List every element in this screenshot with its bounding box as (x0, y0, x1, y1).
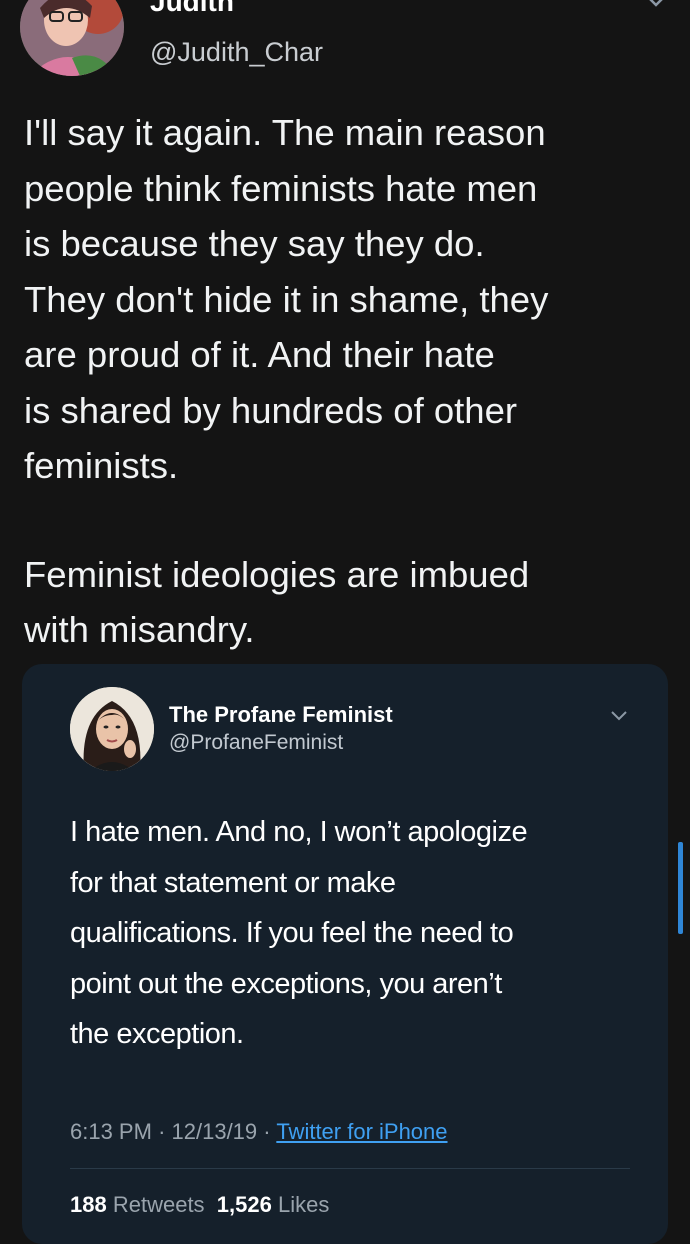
tweet-header: Judith @Judith_Char (0, 0, 690, 95)
quoted-author-name[interactable]: The Profane Feminist (169, 702, 393, 728)
tweet-line: I'll say it again. The main reason (24, 112, 546, 153)
avatar[interactable] (70, 687, 154, 771)
quoted-line: the exception. (70, 1018, 244, 1050)
tweet-metadata: 6:13 PM · 12/13/19 · Twitter for iPhone (70, 1119, 448, 1145)
tweet-time: 6:13 PM (70, 1119, 152, 1144)
quoted-line: I hate men. And no, I won’t apologize (70, 816, 528, 848)
scrollbar[interactable] (678, 842, 683, 934)
tweet-line: people think feminists hate men (24, 167, 538, 209)
avatar[interactable] (20, 0, 124, 76)
likes-label[interactable]: Likes (278, 1192, 329, 1217)
tweet-stats: 188 Retweets 1,526 Likes (70, 1192, 329, 1218)
author-handle[interactable]: @Judith_Char (150, 37, 323, 68)
tweet-line: is shared by hundreds of other (24, 389, 518, 431)
retweets-label[interactable]: Retweets (113, 1192, 205, 1217)
likes-count[interactable]: 1,526 (217, 1192, 272, 1217)
tweet-line: They don't hide it in shame, they (24, 278, 549, 320)
separator: · (158, 1119, 166, 1144)
quoted-line: qualifications. If you feel the need to (70, 917, 514, 949)
retweets-count[interactable]: 188 (70, 1192, 107, 1217)
divider (70, 1168, 630, 1169)
chevron-down-icon[interactable] (645, 0, 667, 8)
tweet-line: is because they say they do. (24, 223, 485, 264)
separator: · (263, 1119, 271, 1144)
tweet-line: feminists. (24, 445, 179, 486)
quoted-tweet-body: I hate men. And no, I won’t apologize fo… (70, 807, 640, 1060)
quoted-author-handle[interactable]: @ProfaneFeminist (169, 731, 343, 755)
source-link[interactable]: Twitter for iPhone (276, 1119, 447, 1144)
chevron-down-icon[interactable] (610, 710, 628, 722)
quoted-line: for that statement or make (70, 866, 396, 899)
quoted-tweet[interactable]: The Profane Feminist @ProfaneFeminist I … (22, 664, 668, 1244)
tweet-line: Feminist ideologies are imbued (24, 553, 530, 595)
author-name[interactable]: Judith (150, 0, 234, 18)
tweet-date: 12/13/19 (171, 1119, 258, 1144)
quoted-line: point out the exceptions, you aren’t (70, 967, 502, 1000)
tweet-body: I'll say it again. The main reason peopl… (24, 105, 664, 658)
tweet-line: are proud of it. And their hate (24, 334, 495, 375)
tweet-line: with misandry. (24, 609, 255, 650)
